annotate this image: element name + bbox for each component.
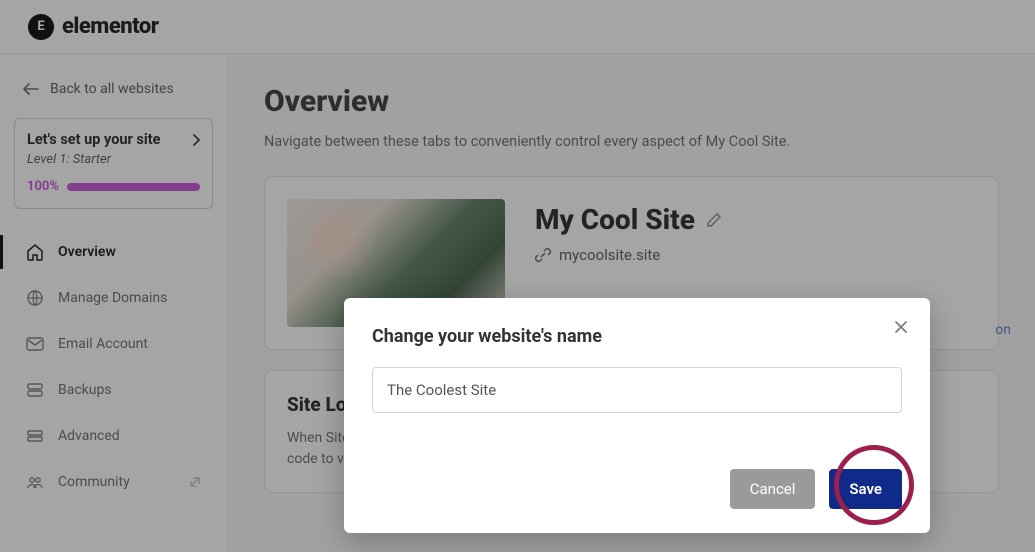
modal-close-button[interactable] bbox=[894, 320, 908, 334]
cancel-button[interactable]: Cancel bbox=[730, 469, 816, 509]
site-name-input[interactable] bbox=[372, 367, 902, 413]
modal-title: Change your website's name bbox=[372, 326, 902, 347]
rename-site-modal: Change your website's name Cancel Save bbox=[344, 298, 930, 533]
save-button[interactable]: Save bbox=[829, 469, 902, 509]
